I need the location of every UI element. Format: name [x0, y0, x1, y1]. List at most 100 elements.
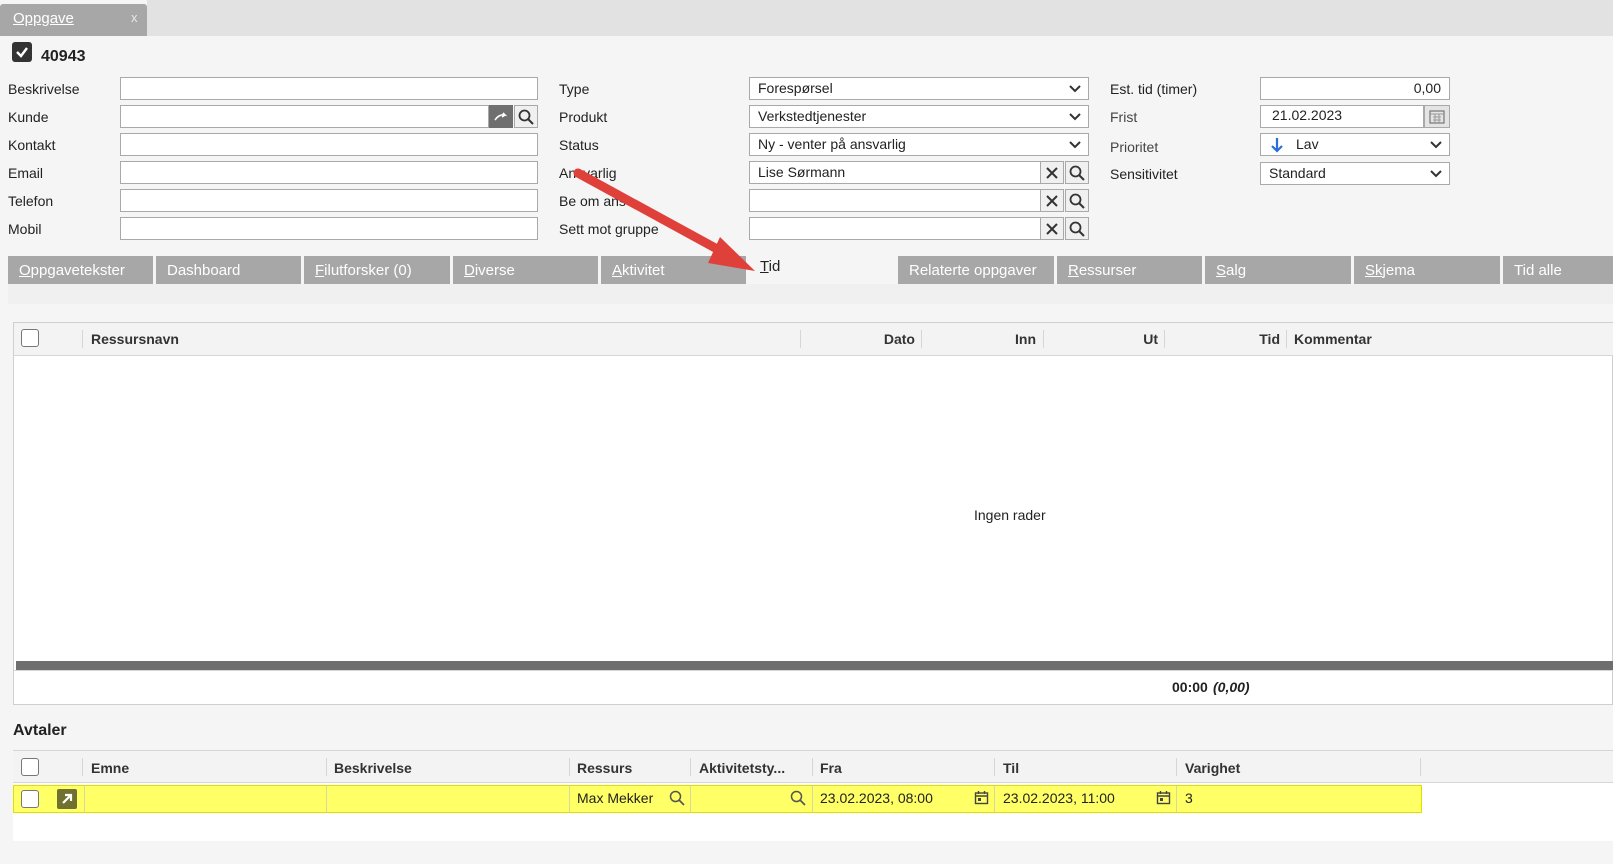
sett-mot-gruppe-input[interactable] — [749, 217, 1041, 240]
avtale-row[interactable] — [13, 785, 1422, 813]
gruppe-search-button[interactable] — [1065, 217, 1089, 240]
col-emne[interactable]: Emne — [91, 760, 129, 776]
label-produkt: Produkt — [559, 109, 608, 125]
tab-skjema[interactable]: Skjema — [1354, 256, 1500, 284]
email-input[interactable] — [120, 161, 538, 184]
tab-ressurser[interactable]: Ressurser — [1057, 256, 1202, 284]
col-ressursnavn[interactable]: Ressursnavn — [91, 331, 179, 347]
prioritet-value: Lav — [1296, 136, 1319, 152]
kunde-input[interactable] — [120, 105, 489, 128]
ansvarlig-input[interactable]: Lise Sørmann — [749, 161, 1041, 184]
cell-separator — [326, 786, 327, 812]
be-om-ansvarlig-input[interactable] — [749, 189, 1041, 212]
label-sensitivitet: Sensitivitet — [1110, 166, 1178, 182]
avtaler-select-all-checkbox[interactable] — [21, 758, 39, 776]
est-tid-input[interactable]: 0,00 — [1260, 77, 1450, 100]
beskrivelse-input[interactable] — [120, 77, 538, 100]
frist-calendar-button[interactable] — [1424, 105, 1450, 128]
avtaler-header — [13, 751, 1613, 783]
prioritet-select[interactable]: Lav — [1260, 133, 1450, 156]
frist-input[interactable]: 21.02.2023 — [1260, 105, 1424, 128]
kontakt-input[interactable] — [120, 133, 538, 156]
tab-bar: Oppgavetekster Dashboard Filutforsker (0… — [8, 250, 1613, 284]
col-tid[interactable]: Tid — [1230, 331, 1280, 347]
status-value: Ny - venter på ansvarlig — [758, 136, 906, 152]
type-select[interactable]: Forespørsel — [749, 77, 1089, 100]
produkt-value: Verkstedtjenester — [758, 108, 867, 124]
produkt-select[interactable]: Verkstedtjenester — [749, 105, 1089, 128]
ansvarlig-clear-button[interactable] — [1040, 161, 1064, 184]
col-varighet[interactable]: Varighet — [1185, 760, 1240, 776]
kunde-goto-button[interactable] — [489, 105, 513, 128]
be-om-clear-button[interactable] — [1040, 189, 1064, 212]
label-mobil: Mobil — [8, 221, 42, 237]
label-beskrivelse: Beskrivelse — [8, 81, 80, 97]
column-separator — [1164, 330, 1165, 348]
avtale-fra[interactable]: 23.02.2023, 08:00 — [820, 790, 933, 806]
col-kommentar[interactable]: Kommentar — [1294, 331, 1372, 347]
tab-tid-alle[interactable]: Tid alle — [1503, 256, 1613, 284]
window-tab-close-icon[interactable]: x — [131, 10, 138, 25]
sensitivitet-value: Standard — [1269, 165, 1326, 181]
telefon-input[interactable] — [120, 189, 538, 212]
arrow-down-priority-icon — [1271, 138, 1283, 153]
avtale-row-checkbox[interactable] — [21, 790, 39, 808]
label-frist: Frist — [1110, 109, 1138, 125]
calendar-icon[interactable] — [1156, 790, 1171, 805]
task-number: 40943 — [41, 48, 86, 65]
tab-tid[interactable]: Tid — [749, 250, 895, 284]
time-total: 00:00 — [1172, 679, 1208, 695]
column-separator — [812, 758, 813, 776]
tab-oppgavetekster[interactable]: Oppgavetekster — [8, 256, 153, 284]
horizontal-scrollbar[interactable] — [16, 661, 1613, 670]
col-fra[interactable]: Fra — [820, 760, 842, 776]
avtale-varighet[interactable]: 3 — [1185, 790, 1193, 806]
label-telefon: Telefon — [8, 193, 54, 209]
select-all-checkbox[interactable] — [21, 329, 39, 347]
tab-strip — [147, 0, 1613, 36]
kunde-search-button[interactable] — [514, 105, 538, 128]
close-icon — [1046, 166, 1058, 179]
col-til[interactable]: Til — [1003, 760, 1019, 776]
column-separator — [690, 758, 691, 776]
tab-salg[interactable]: Salg — [1205, 256, 1351, 284]
ansvarlig-search-button[interactable] — [1065, 161, 1089, 184]
sensitivitet-select[interactable]: Standard — [1260, 162, 1450, 185]
tab-dashboard[interactable]: Dashboard — [156, 256, 301, 284]
arrow-right-icon — [494, 111, 508, 120]
gruppe-clear-button[interactable] — [1040, 217, 1064, 240]
col-ut[interactable]: Ut — [1110, 331, 1158, 347]
open-link-icon[interactable] — [57, 789, 77, 809]
chevron-down-icon — [1069, 141, 1081, 149]
type-value: Forespørsel — [758, 80, 833, 96]
window-tab-label[interactable]: Oppgave — [13, 10, 74, 27]
avtale-ressurs[interactable]: Max Mekker — [577, 790, 653, 806]
avtale-til[interactable]: 23.02.2023, 11:00 — [1003, 790, 1115, 806]
col-aktivitetstype[interactable]: Aktivitetsty... — [699, 760, 785, 776]
tab-content-strip — [8, 284, 1613, 304]
tab-filutforsker[interactable]: Filutforsker (0) — [304, 256, 450, 284]
search-icon[interactable] — [669, 790, 685, 806]
frist-value: 21.02.2023 — [1272, 107, 1343, 123]
mobil-input[interactable] — [120, 217, 538, 240]
be-om-search-button[interactable] — [1065, 189, 1089, 212]
time-grid — [13, 322, 1613, 705]
label-type: Type — [559, 81, 590, 97]
divider — [14, 670, 1613, 671]
col-ressurs[interactable]: Ressurs — [577, 760, 632, 776]
tab-relaterte-oppgaver[interactable]: Relaterte oppgaver — [898, 256, 1054, 284]
chevron-down-icon — [1430, 141, 1442, 149]
col-beskrivelse[interactable]: Beskrivelse — [334, 760, 412, 776]
col-dato[interactable]: Dato — [860, 331, 915, 347]
time-total-decimal: (0,00) — [1213, 679, 1250, 695]
search-icon[interactable] — [790, 790, 806, 806]
status-select[interactable]: Ny - venter på ansvarlig — [749, 133, 1089, 156]
column-separator — [326, 758, 327, 776]
column-separator — [1176, 758, 1177, 776]
cell-separator — [569, 786, 570, 812]
col-inn[interactable]: Inn — [990, 331, 1036, 347]
cell-separator — [690, 786, 691, 812]
column-separator — [800, 330, 801, 348]
cell-separator — [812, 786, 813, 812]
calendar-icon[interactable] — [974, 790, 989, 805]
